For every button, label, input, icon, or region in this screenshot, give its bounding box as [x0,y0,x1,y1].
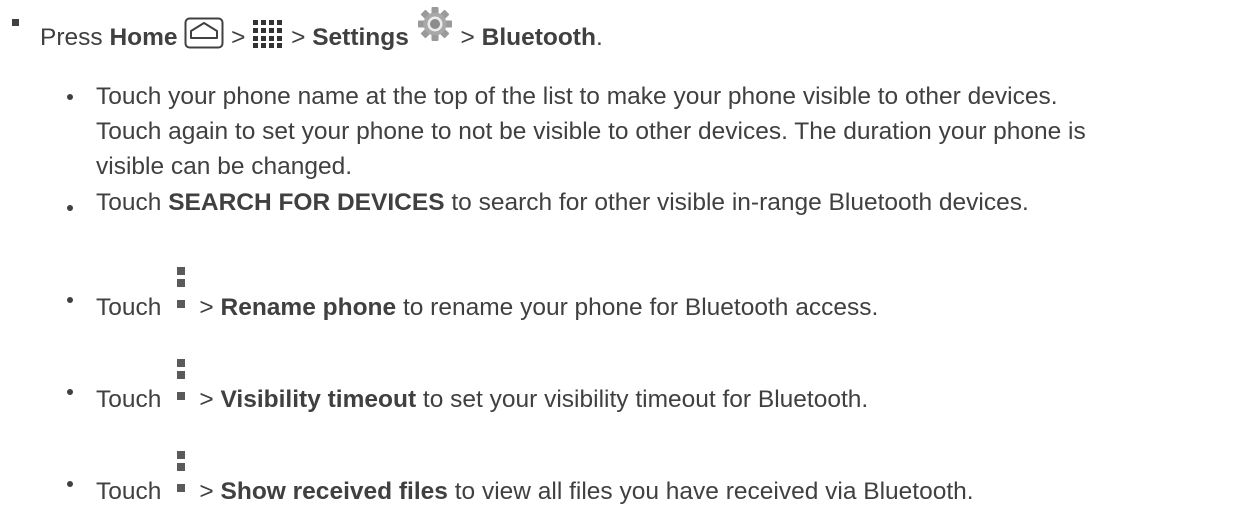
home-key-icon [184,17,224,56]
bullet-dot [67,389,73,395]
list-item: Touch > Visibility timeout to set your vi… [96,359,868,426]
bullet-dot [67,205,73,211]
item-pre: Touch [96,478,162,505]
intro-press: Press [40,24,103,51]
vertical-dots-menu-icon [177,451,186,503]
intro-home: Home [109,24,178,51]
intro-gt-2: > [291,24,306,51]
bullet-dot [67,94,73,100]
item-pre: Touch [96,386,162,413]
intro-gt-3: > [460,24,475,51]
item-post: to view all files you have received via … [447,478,974,505]
item-bold: Rename phone [220,294,397,321]
item-post: to rename your phone for Bluetooth acces… [396,294,879,321]
bullet-dot [67,481,73,487]
item-gt: > [199,294,214,321]
item-post: to set your visibility timeout for Bluet… [416,386,869,413]
item-bold: Visibility timeout [220,386,417,413]
item-gt: > [199,386,214,413]
item-pre: Touch [96,294,162,321]
intro-line: Press Home > > Settings > Bluetooth. [40,5,603,56]
list-item: Touch SEARCH FOR DEVICES to search for o… [96,189,1029,217]
vertical-dots-menu-icon [177,267,186,319]
vertical-dots-menu-icon [177,359,186,411]
list-item-line: Touch your phone name at the top of the … [96,83,1058,110]
item-pre: Touch [96,189,169,216]
list-item-line: visible can be changed. [96,153,353,180]
intro-bluetooth: Bluetooth [481,24,596,51]
item-gt: > [199,478,214,505]
item-bold: SEARCH FOR DEVICES [168,189,445,216]
intro-period: . [595,24,603,51]
list-item: Touch > Rename phone to rename your phone… [96,267,878,334]
list-item-line: Touch again to set your phone to not be … [96,118,1086,145]
gear-icon [416,5,454,50]
intro-gt-1: > [231,24,246,51]
item-bold: Show received files [220,478,448,505]
bullet-square [12,19,19,26]
list-item: Touch > Show received files to view all f… [96,451,974,518]
intro-settings: Settings [312,24,409,51]
list-item: Touch your phone name at the top of the … [96,79,1086,184]
bullet-dot [67,297,73,303]
apps-grid-icon [252,19,284,56]
item-post: to search for other visible in-range Blu… [444,189,1029,216]
